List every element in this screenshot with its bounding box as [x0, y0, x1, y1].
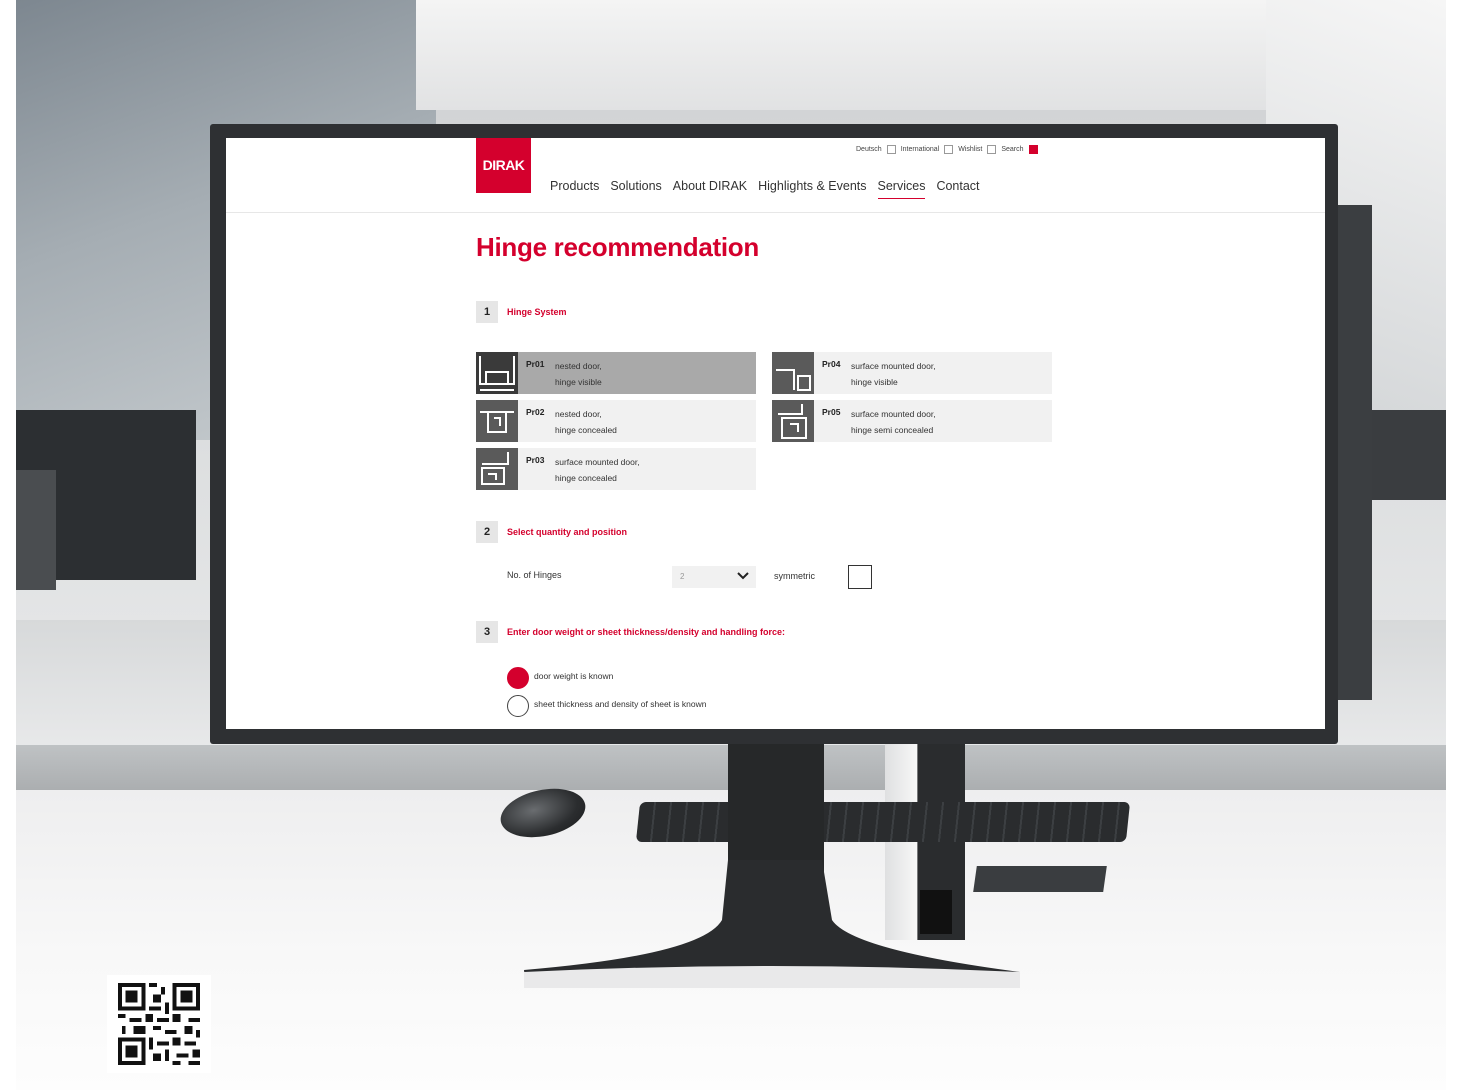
step-3-number: 3: [476, 621, 498, 643]
surface-door-concealed-icon: [476, 448, 518, 490]
background-monitor-right: [1371, 410, 1446, 500]
option-code: Pr01: [526, 359, 545, 369]
background-monitor-left-stand: [16, 470, 56, 590]
radio-door-weight[interactable]: [507, 667, 529, 689]
hinges-count-select[interactable]: 2: [672, 566, 756, 588]
nav-item-products[interactable]: Products: [550, 179, 599, 199]
option-description: nested door, hinge concealed: [555, 409, 617, 435]
hinge-option-pr02[interactable]: Pr02 nested door, hinge concealed: [476, 400, 756, 442]
step-2-label: Select quantity and position: [507, 527, 628, 537]
option-description: nested door, hinge visible: [555, 361, 602, 387]
dirak-logo[interactable]: DIRAK: [476, 138, 531, 193]
language-icon: [886, 145, 896, 154]
meta-link-deutsch[interactable]: Deutsch: [856, 146, 882, 153]
step-2-number: 2: [476, 521, 498, 543]
radio-door-weight-label: door weight is known: [534, 671, 614, 681]
second-monitor: [1336, 205, 1372, 700]
step-1-number: 1: [476, 301, 498, 323]
hinge-option-pr03[interactable]: Pr03 surface mounted door, hinge conceal…: [476, 448, 756, 490]
monitor-stand-foot: [524, 860, 1020, 988]
nav-item-solutions[interactable]: Solutions: [610, 179, 661, 199]
meta-link-wishlist[interactable]: Wishlist: [958, 146, 982, 153]
meta-link-search[interactable]: Search: [1001, 146, 1023, 153]
meta-link-international[interactable]: International: [901, 146, 940, 153]
step-1-label: Hinge System: [507, 307, 567, 317]
step-3-label: Enter door weight or sheet thickness/den…: [507, 627, 786, 637]
option-code: Pr04: [822, 359, 841, 369]
hinge-option-pr04[interactable]: Pr04 surface mounted door, hinge visible: [772, 352, 1052, 394]
nav-item-contact[interactable]: Contact: [936, 179, 979, 199]
qr-code: [107, 975, 211, 1073]
nav-item-highlights[interactable]: Highlights & Events: [758, 179, 866, 199]
search-icon[interactable]: [1028, 145, 1038, 154]
symmetric-label: symmetric: [774, 571, 815, 581]
background-ceiling: [416, 0, 1316, 110]
header-divider: [226, 212, 1325, 213]
nested-door-visible-icon: [476, 352, 518, 394]
option-description: surface mounted door, hinge semi conceal…: [851, 409, 936, 435]
nav-item-about[interactable]: About DIRAK: [673, 179, 747, 199]
meta-navigation: Deutsch International Wishlist Search: [856, 145, 1038, 154]
radio-sheet-thickness-label: sheet thickness and density of sheet is …: [534, 699, 707, 709]
option-description: surface mounted door, hinge visible: [851, 361, 936, 387]
option-code: Pr05: [822, 407, 841, 417]
hinges-count-value: 2: [680, 572, 685, 581]
page-title: Hinge recommendation: [476, 232, 759, 262]
hinges-count-label: No. of Hinges: [507, 570, 562, 580]
hinge-option-pr05[interactable]: Pr05 surface mounted door, hinge semi co…: [772, 400, 1052, 442]
website-screen: DIRAK Deutsch International Wishlist Sea…: [226, 138, 1325, 729]
nav-item-services[interactable]: Services: [877, 179, 926, 199]
option-code: Pr02: [526, 407, 545, 417]
hinge-option-pr01[interactable]: Pr01 nested door, hinge visible: [476, 352, 756, 394]
chevron-down-icon: [737, 572, 749, 580]
keyboard: [635, 802, 1131, 842]
wishlist-icon: [987, 145, 997, 154]
nested-door-concealed-icon: [476, 400, 518, 442]
radio-sheet-thickness[interactable]: [507, 695, 529, 717]
main-navigation: Products Solutions About DIRAK Highlight…: [550, 179, 980, 199]
option-description: surface mounted door, hinge concealed: [555, 457, 640, 483]
option-code: Pr03: [526, 455, 545, 465]
surface-door-visible-icon: [772, 352, 814, 394]
symmetric-checkbox[interactable]: [848, 565, 872, 589]
surface-door-semi-icon: [772, 400, 814, 442]
globe-icon: [944, 145, 954, 154]
